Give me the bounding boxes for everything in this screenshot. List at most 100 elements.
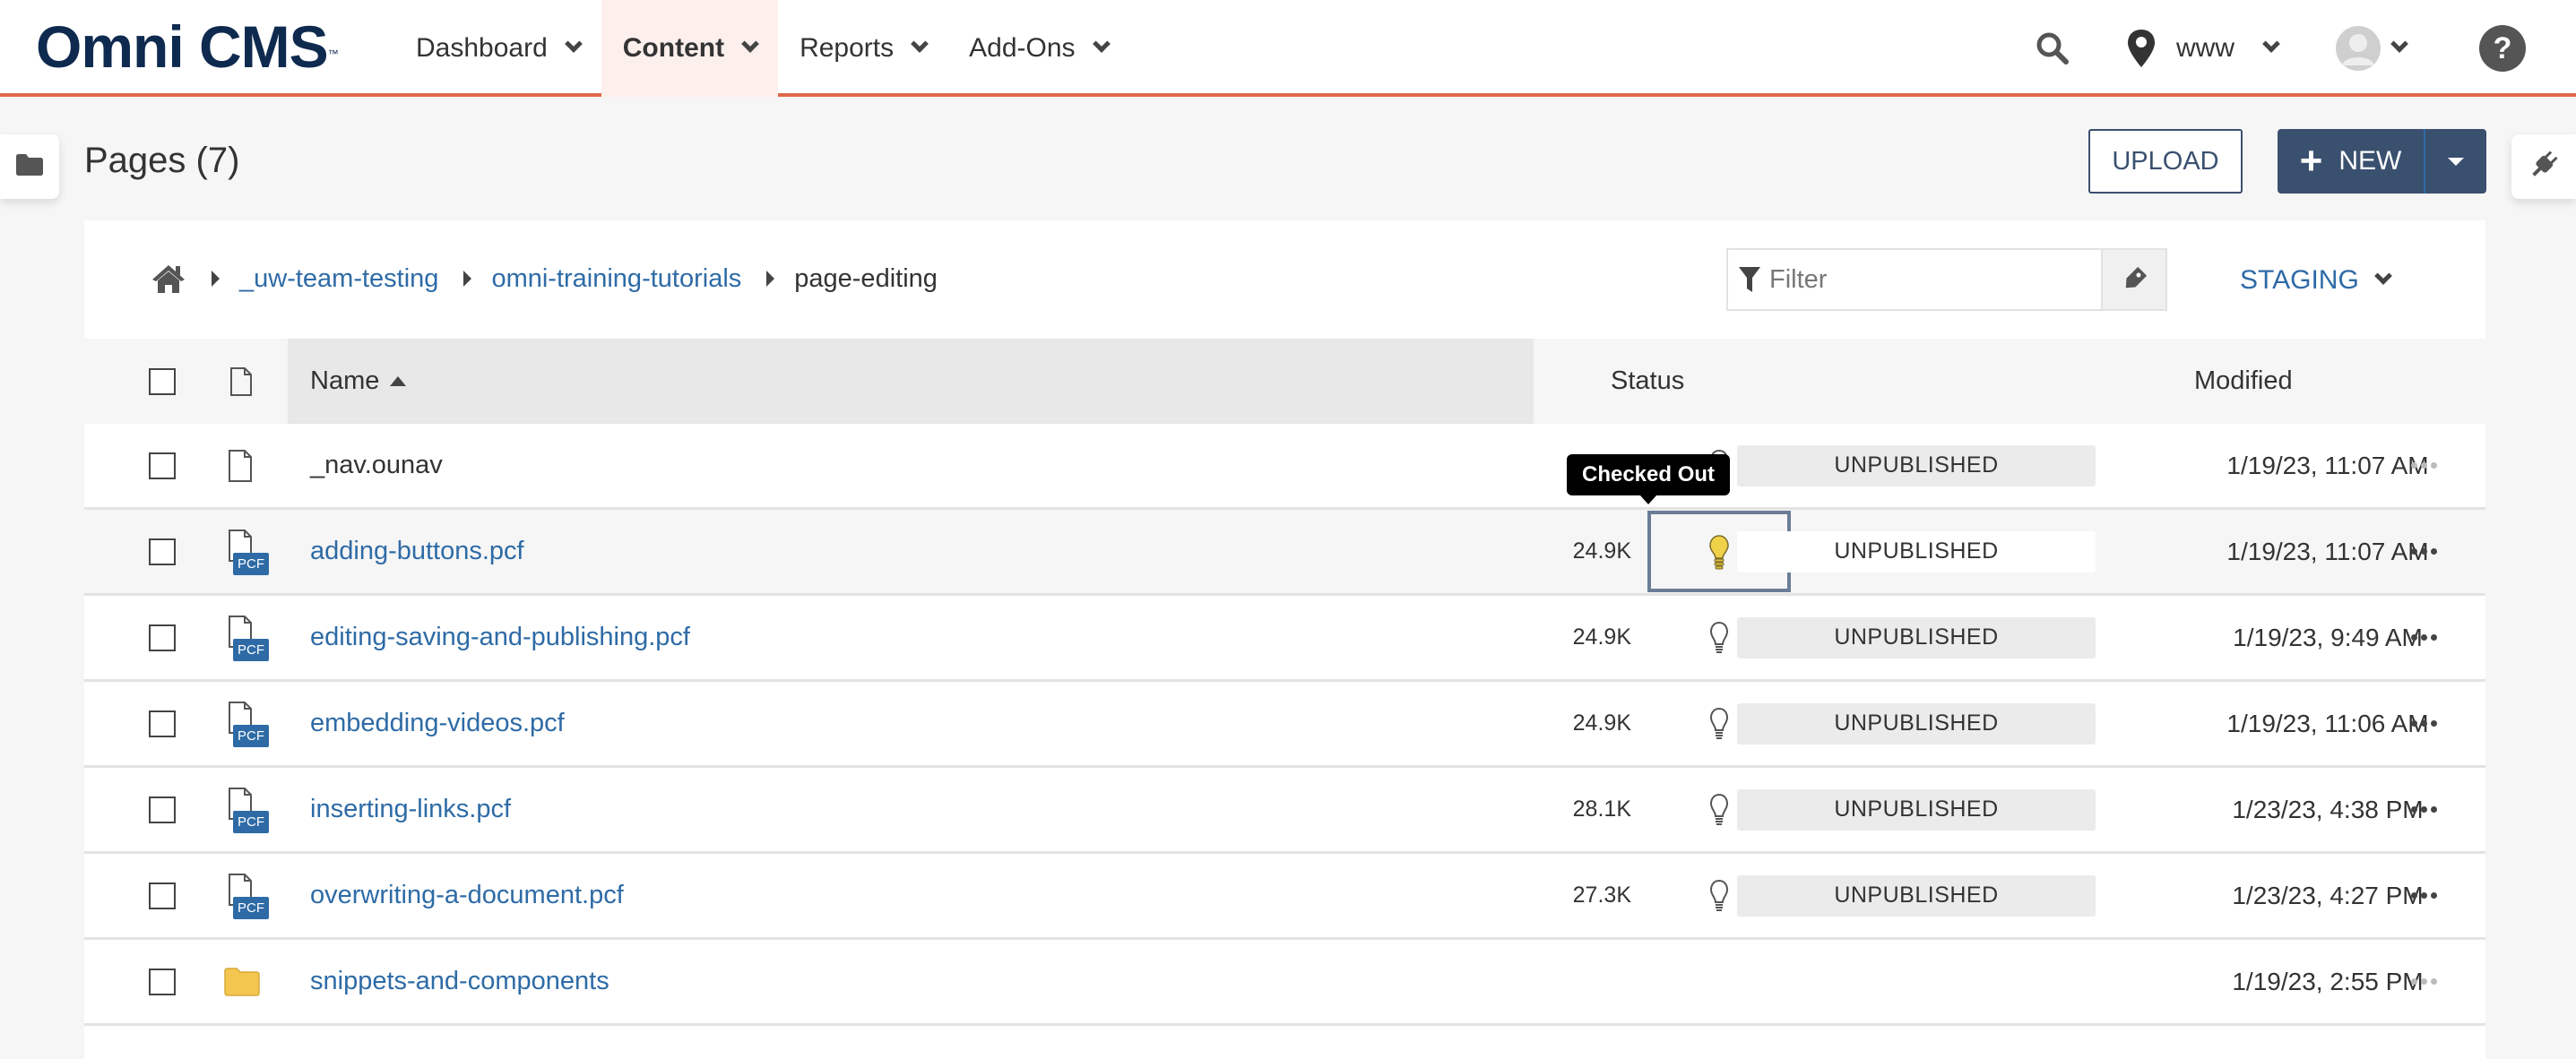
status-column-label: Status: [1611, 366, 1685, 395]
row-type-cell: PCF: [228, 854, 269, 937]
row-actions-button[interactable]: [2397, 854, 2451, 937]
file-size: 24.9K: [1572, 538, 1631, 564]
header-search-button[interactable]: [2035, 0, 2070, 97]
filter-input[interactable]: [1769, 264, 2065, 295]
file-list-card: _uw-team-testing omni-training-tutorials…: [84, 220, 2485, 1059]
file-name-link[interactable]: inserting-links.pcf: [310, 795, 511, 824]
file-name-link[interactable]: snippets-and-components: [310, 967, 609, 996]
nav-content-label: Content: [622, 33, 725, 63]
site-selector[interactable]: www: [2128, 0, 2280, 97]
row-name-cell: _nav.ounav: [310, 424, 443, 507]
breadcrumb-item[interactable]: _uw-team-testing: [239, 264, 438, 294]
row-name-cell: editing-saving-and-publishing.pcf: [310, 596, 690, 679]
pcf-badge: PCF: [233, 896, 269, 919]
row-actions-button[interactable]: [2397, 510, 2451, 593]
table-row[interactable]: snippets-and-components 1/19/23, 2:55 PM: [84, 940, 2485, 1026]
file-name-link[interactable]: embedding-videos.pcf: [310, 709, 565, 738]
top-navigation-bar: Omni CMS™ Dashboard Content Reports Add-…: [0, 0, 2576, 97]
chevron-down-icon: [564, 35, 583, 53]
row-select-cell: [149, 596, 176, 679]
row-checkbox[interactable]: [149, 624, 176, 651]
pcf-file-icon: PCF: [228, 615, 269, 661]
chevron-down-icon: [2262, 35, 2280, 53]
row-actions-button[interactable]: [2397, 424, 2451, 507]
map-marker-icon: [2128, 30, 2155, 67]
table-row[interactable]: PCF adding-buttons.pcf 24.9K UNPUBLISHED 1/1…: [84, 510, 2485, 596]
page-title: Pages (7): [84, 141, 240, 180]
folder-panel-toggle[interactable]: [0, 134, 59, 199]
row-actions-button[interactable]: [2397, 940, 2451, 1023]
publish-status-badge: UNPUBLISHED: [1737, 702, 2096, 745]
table-row[interactable]: PCF embedding-videos.pcf 24.9K UNPUBLISHED 1…: [84, 682, 2485, 768]
omni-cms-logo[interactable]: Omni CMS™: [36, 14, 339, 79]
table-row[interactable]: PCF overwriting-a-document.pcf 27.3K UNPUBL…: [84, 854, 2485, 940]
environment-selector[interactable]: STAGING: [2240, 258, 2392, 303]
help-button[interactable]: ?: [2479, 0, 2526, 97]
row-checkbox[interactable]: [149, 796, 176, 823]
row-checkbox[interactable]: [149, 710, 176, 737]
user-menu[interactable]: [2336, 0, 2408, 97]
row-checkbox[interactable]: [149, 538, 176, 565]
environment-label: STAGING: [2240, 265, 2359, 295]
home-icon[interactable]: [151, 263, 186, 294]
row-actions-button[interactable]: [2397, 682, 2451, 765]
table-row[interactable]: _nav.ounav288BUNPUBLISHED1/19/23, 11:07 …: [84, 424, 2485, 510]
lightbulb-lit-icon: [1708, 534, 1730, 570]
new-button-group: + NEW: [2278, 129, 2486, 194]
table-row[interactable]: PCF inserting-links.pcf 28.1K UNPUBLISHED 1/…: [84, 768, 2485, 854]
nav-dashboard[interactable]: Dashboard: [394, 0, 601, 97]
row-select-cell: [149, 854, 176, 937]
new-button[interactable]: + NEW: [2278, 129, 2425, 194]
publish-status-badge: UNPUBLISHED: [1737, 616, 2096, 659]
row-name-cell: overwriting-a-document.pcf: [310, 854, 624, 937]
upload-button[interactable]: UPLOAD: [2088, 129, 2243, 194]
row-name-cell: embedding-videos.pcf: [310, 682, 565, 765]
breadcrumb-separator-icon: [766, 271, 775, 287]
ellipsis-icon: [2410, 462, 2437, 469]
table-row[interactable]: PCF editing-saving-and-publishing.pcf 24.9…: [84, 596, 2485, 682]
file-name-link[interactable]: adding-buttons.pcf: [310, 537, 524, 566]
pcf-file-icon: PCF: [228, 787, 269, 833]
select-all-checkbox[interactable]: [149, 367, 176, 395]
row-actions-button[interactable]: [2397, 768, 2451, 851]
publish-status-cell: UNPUBLISHED: [1737, 854, 2096, 937]
gadgets-panel-toggle[interactable]: [2511, 134, 2576, 199]
pcf-badge: PCF: [233, 552, 269, 575]
nav-add-ons-label: Add-Ons: [969, 33, 1076, 63]
row-select-cell: [149, 424, 176, 507]
breadcrumb: _uw-team-testing omni-training-tutorials…: [151, 256, 938, 301]
tag-icon: [2121, 264, 2148, 295]
nav-content[interactable]: Content: [601, 0, 779, 97]
new-button-label: NEW: [2338, 146, 2402, 176]
row-checkbox[interactable]: [149, 968, 176, 995]
folder-icon: [224, 967, 260, 996]
file-name-link: _nav.ounav: [310, 451, 443, 479]
status-column-header: Status: [1611, 339, 1684, 424]
pcf-badge: PCF: [233, 724, 269, 747]
name-column-header[interactable]: Name: [310, 339, 407, 424]
breadcrumb-item[interactable]: omni-training-tutorials: [491, 264, 741, 294]
file-name-link[interactable]: editing-saving-and-publishing.pcf: [310, 623, 690, 652]
chevron-down-icon: [911, 35, 929, 53]
table-header: Name Status Modified: [84, 339, 2485, 424]
publish-status-cell: UNPUBLISHED: [1737, 768, 2096, 851]
breadcrumb-current: page-editing: [794, 263, 938, 293]
modified-column-header[interactable]: Modified: [2194, 339, 2293, 424]
filter-field: [1726, 248, 2103, 311]
search-icon: [2035, 30, 2070, 66]
nav-add-ons[interactable]: Add-Ons: [947, 0, 1128, 97]
new-dropdown-toggle[interactable]: [2425, 129, 2486, 194]
checked-out-tooltip: Checked Out: [1567, 454, 1730, 504]
row-checkbox[interactable]: [149, 452, 176, 479]
row-checkbox[interactable]: [149, 882, 176, 909]
lightbulb-icon: [1709, 793, 1729, 827]
svg-text:?: ?: [2494, 31, 2512, 65]
row-name-cell: snippets-and-components: [310, 940, 609, 1023]
file-name-link[interactable]: overwriting-a-document.pcf: [310, 881, 624, 910]
row-actions-button[interactable]: [2397, 596, 2451, 679]
modified-column-label: Modified: [2194, 366, 2293, 395]
site-label: www: [2176, 33, 2235, 63]
nav-reports[interactable]: Reports: [778, 0, 947, 97]
tag-filter-button[interactable]: [2103, 248, 2167, 311]
ellipsis-icon: [2410, 892, 2437, 899]
